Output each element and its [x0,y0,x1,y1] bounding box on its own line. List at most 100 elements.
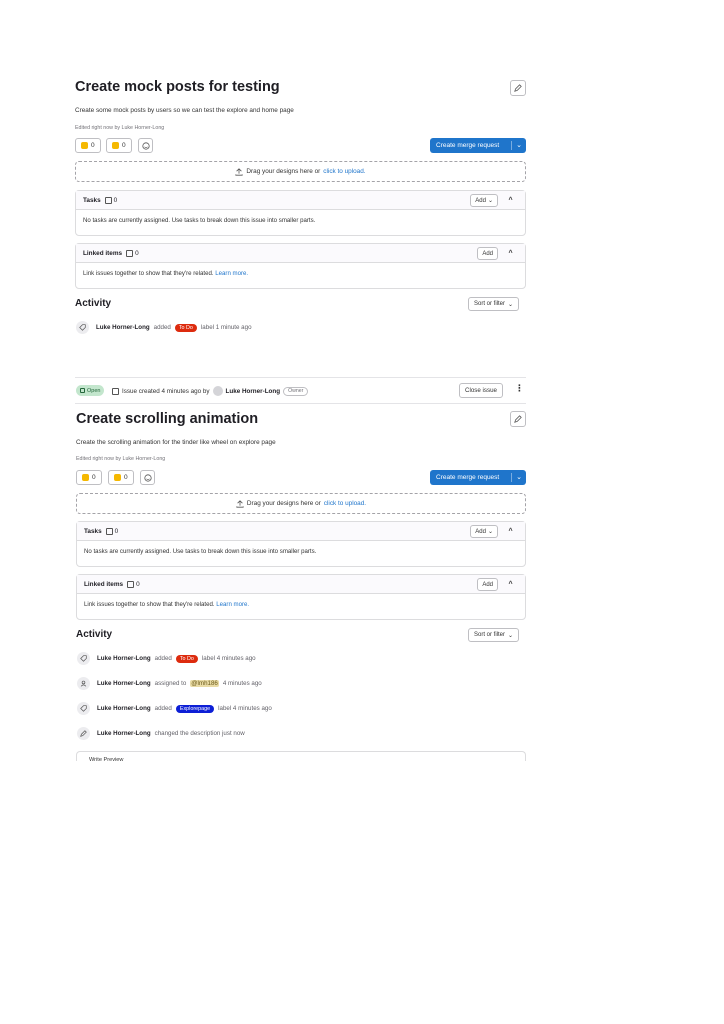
linked-items-title: Linked items [83,249,123,257]
tasks-card: Tasks 0 Add ⌄ ^ No tasks are currently as… [75,190,526,236]
todo-label[interactable]: To Do [175,654,198,663]
pencil-icon [514,415,522,423]
dropzone-text: Drag your designs here or [246,168,321,175]
linked-add-button[interactable]: Add [477,578,498,591]
activity-author[interactable]: Luke Horner-Long [97,705,151,712]
pencil-icon [514,84,522,92]
tasks-card: Tasks 0 Add ⌄ ^ No tasks are currently as… [76,521,526,567]
create-merge-request-button[interactable]: Create merge request ⌄ [430,470,526,485]
tasks-body: No tasks are currently assigned. Use tas… [83,217,316,224]
activity-author[interactable]: Luke Horner-Long [97,730,151,737]
sort-filter-button[interactable]: Sort or filter ⌄ [468,628,520,642]
activity-item: Luke Horner-Long changed the description… [77,727,245,740]
button-divider [511,141,512,150]
issue-description: Create some mock posts by users so we ca… [75,107,294,114]
tasks-body: No tasks are currently assigned. Use tas… [84,548,317,555]
label-icon [77,652,90,665]
activity-item: Luke Horner-Long added To Do label 1 min… [76,321,252,334]
collapse-icon[interactable]: ^ [504,578,517,591]
activity-author[interactable]: Luke Horner-Long [97,680,151,687]
design-dropzone[interactable]: Drag your designs here or click to uploa… [76,493,526,514]
learn-more-link[interactable]: Learn more. [216,601,249,608]
upload-icon [236,499,244,508]
chevron-down-icon: ⌄ [487,198,493,204]
section-divider [75,377,526,378]
tasks-add-button[interactable]: Add ⌄ [470,525,498,538]
edited-note: Edited right now by Luke Horner-Long [75,125,165,131]
close-issue-button[interactable]: Close issue [459,383,503,398]
status-badge: Open [76,385,105,396]
thumbs-up-icon [81,142,88,149]
linked-items-body: Link issues together to show that they'r… [84,601,250,608]
task-icon [104,196,112,204]
activity-item: Luke Horner-Long added Explorepage label… [77,702,272,715]
upload-link[interactable]: click to upload. [324,500,366,507]
thumbs-up-count: 0 [92,474,96,481]
chevron-down-icon: ⌄ [508,301,514,308]
user-mention[interactable]: @lmh186 [190,680,219,687]
add-reaction-button[interactable] [140,470,155,485]
tasks-header: Tasks 0 Add ⌄ ^ [76,191,525,210]
user-icon [77,677,90,690]
thumbs-up-button[interactable]: 0 [76,470,102,485]
chevron-down-icon: ⌄ [508,632,514,639]
collapse-icon[interactable]: ^ [504,194,517,207]
avatar[interactable] [212,386,223,396]
activity-title: Activity [75,298,112,309]
edit-title-button[interactable] [510,80,526,96]
linked-add-button[interactable]: Add [477,247,498,260]
merge-request-label: Create merge request [436,474,500,481]
create-merge-request-button[interactable]: Create merge request ⌄ [430,138,526,153]
smiley-icon [141,141,150,150]
activity-author[interactable]: Luke Horner-Long [96,324,150,331]
thumbs-down-count: 0 [124,474,128,481]
edited-note: Edited right now by Luke Horner-Long [76,456,166,462]
chevron-down-icon[interactable]: ⌄ [516,473,522,481]
label-icon [77,702,90,715]
dropzone-text: Drag your designs here or [246,500,321,507]
edit-title-button[interactable] [510,411,526,427]
activity-item: Luke Horner-Long assigned to @lmh186 4 m… [77,677,262,690]
explorepage-label[interactable]: Explorepage [175,704,215,713]
link-item-icon [126,249,134,257]
button-divider [511,473,512,482]
pencil-icon [77,727,90,740]
thumbs-up-button[interactable]: 0 [75,138,101,153]
activity-author[interactable]: Luke Horner-Long [97,655,151,662]
collapse-icon[interactable]: ^ [504,525,517,538]
tasks-title: Tasks [84,527,102,535]
linked-items-count: 0 [127,580,140,588]
issue-title: Create mock posts for testing [75,79,280,95]
collapse-icon[interactable]: ^ [504,247,517,260]
tasks-count: 0 [104,196,117,204]
learn-more-link[interactable]: Learn more. [215,270,248,277]
issue-type-icon [112,387,119,395]
tasks-add-button[interactable]: Add ⌄ [470,194,498,207]
add-reaction-button[interactable] [138,138,153,153]
comment-editor-tabs[interactable]: Write Preview [76,751,526,761]
more-actions-icon[interactable]: ⋮ [515,383,524,394]
thumbs-down-button[interactable]: 0 [106,138,132,153]
sort-filter-button[interactable]: Sort or filter ⌄ [468,297,520,311]
chevron-down-icon[interactable]: ⌄ [516,141,522,149]
owner-badge: Owner [283,386,309,396]
label-icon [76,321,89,334]
smiley-icon [143,473,152,482]
todo-label[interactable]: To Do [174,323,197,332]
tasks-title: Tasks [83,196,101,204]
thumbs-up-icon [82,474,89,481]
section-divider [75,403,526,404]
linked-items-card: Linked items 0 Add ^ Link issues togethe… [75,243,526,289]
issue-author[interactable]: Luke Horner-Long [226,388,281,395]
linked-items-card: Linked items 0 Add ^ Link issues togethe… [76,574,526,620]
linked-items-count: 0 [126,249,139,257]
design-dropzone[interactable]: Drag your designs here or click to uploa… [75,161,526,182]
thumbs-down-button[interactable]: 0 [108,470,134,485]
upload-link[interactable]: click to upload. [323,168,365,175]
activity-item: Luke Horner-Long added To Do label 4 min… [77,652,256,665]
issue-description: Create the scrolling animation for the t… [76,439,276,446]
thumbs-down-icon [112,142,119,149]
linked-items-header: Linked items 0 Add ^ [76,244,525,263]
linked-items-header: Linked items 0 Add ^ [77,575,525,594]
linked-items-title: Linked items [84,580,124,588]
